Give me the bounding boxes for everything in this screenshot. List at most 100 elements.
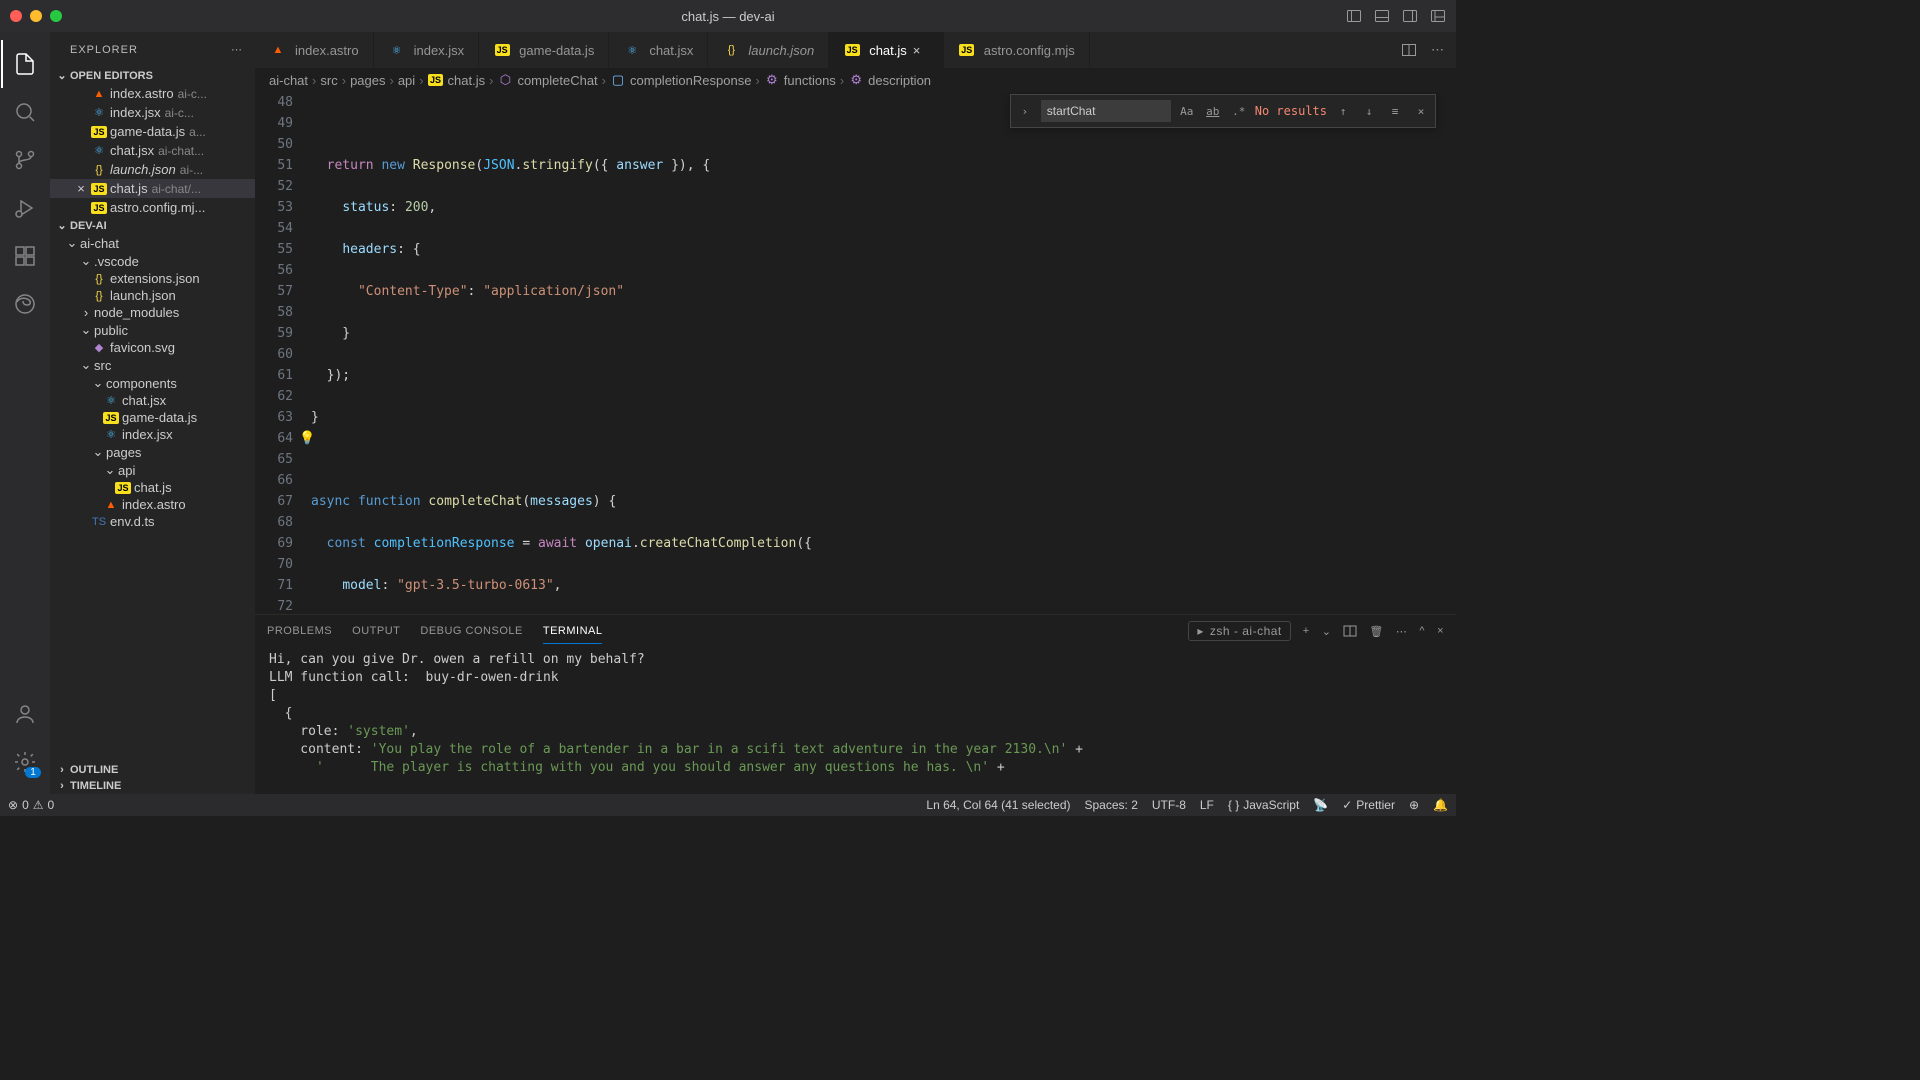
lightbulb-icon[interactable]: 💡 (299, 428, 315, 449)
split-terminal-icon[interactable] (1343, 624, 1357, 638)
debug-console-tab[interactable]: DEBUG CONSOLE (420, 619, 522, 643)
status-errors[interactable]: ⊗ 0 ⚠ 0 (8, 798, 54, 812)
tree-file[interactable]: {}launch.json (50, 287, 255, 304)
terminal-tab[interactable]: TERMINAL (543, 619, 603, 644)
json-icon: {} (90, 164, 108, 176)
code-editor[interactable]: › Aa ab .* No results ↑ ↓ ≡ × 4849505152… (255, 92, 1456, 614)
extensions-activity[interactable] (1, 232, 49, 280)
tree-file[interactable]: ⚛index.jsx (50, 426, 255, 443)
bottom-panel: PROBLEMS OUTPUT DEBUG CONSOLE TERMINAL ▸… (255, 614, 1456, 794)
panel-bottom-icon[interactable] (1374, 8, 1390, 24)
tree-folder[interactable]: ⌄api (50, 461, 255, 479)
outline-header[interactable]: ›OUTLINE (50, 762, 255, 778)
tree-folder[interactable]: ⌄.vscode (50, 252, 255, 270)
find-input[interactable] (1041, 100, 1171, 122)
close-find-icon[interactable]: × (1411, 101, 1431, 121)
tree-folder[interactable]: ⌄pages (50, 443, 255, 461)
tab-launch-json[interactable]: {}launch.json (708, 32, 829, 68)
output-tab[interactable]: OUTPUT (352, 619, 400, 643)
sidebar-more-icon[interactable]: ⋯ (231, 43, 243, 56)
tab-chat-js[interactable]: JSchat.js× (829, 32, 944, 68)
status-language[interactable]: { } JavaScript (1228, 798, 1299, 812)
status-cursor[interactable]: Ln 64, Col 64 (41 selected) (926, 798, 1070, 812)
js-icon: JS (90, 202, 108, 214)
customize-layout-icon[interactable] (1430, 8, 1446, 24)
open-editor-item[interactable]: JSastro.config.mj... (50, 198, 255, 217)
status-prettier[interactable]: ✓ Prettier (1342, 798, 1395, 812)
debug-activity[interactable] (1, 184, 49, 232)
tab-chat-jsx[interactable]: ⚛chat.jsx (609, 32, 708, 68)
explorer-activity[interactable] (1, 40, 49, 88)
status-radio-icon[interactable]: 📡 (1313, 798, 1328, 812)
explorer-sidebar: EXPLORER ⋯ ⌄ OPEN EDITORS index.astroai-… (50, 32, 255, 794)
status-bell-icon[interactable]: 🔔 (1433, 798, 1448, 812)
kill-terminal-icon[interactable]: 🗑 (1369, 625, 1383, 638)
workspace-header[interactable]: ⌄ DEV-AI (50, 217, 255, 234)
close-icon[interactable]: × (72, 181, 90, 196)
code-content[interactable]: return new Response(JSON.stringify({ ans… (311, 92, 1456, 614)
settings-activity[interactable]: 1 (1, 738, 49, 786)
more-terminal-icon[interactable]: ⋯ (1396, 625, 1408, 638)
tree-file[interactable]: ⚛chat.jsx (50, 392, 255, 409)
tab-astro-config[interactable]: JSastro.config.mjs (944, 32, 1090, 68)
timeline-header[interactable]: ›TIMELINE (50, 778, 255, 794)
open-editor-item[interactable]: ⚛chat.jsxai-chat... (50, 141, 255, 160)
terminal-output[interactable]: Hi, can you give Dr. owen a refill on my… (255, 647, 1456, 794)
file-tree: ⌄ai-chat ⌄.vscode {}extensions.json {}la… (50, 234, 255, 762)
match-case-icon[interactable]: Aa (1177, 101, 1197, 121)
open-editors-header[interactable]: ⌄ OPEN EDITORS (50, 67, 255, 84)
prev-match-icon[interactable]: ↑ (1333, 101, 1353, 121)
tree-file[interactable]: JSgame-data.js (50, 409, 255, 426)
open-editor-item[interactable]: {}launch.jsonai-... (50, 160, 255, 179)
status-feedback-icon[interactable]: ⊕ (1409, 798, 1419, 812)
breadcrumb[interactable]: ai-chat› src› pages› api› JSchat.js› ⬡co… (255, 68, 1456, 92)
status-eol[interactable]: LF (1200, 798, 1214, 812)
jsx-icon: ⚛ (90, 144, 108, 157)
next-match-icon[interactable]: ↓ (1359, 101, 1379, 121)
find-results: No results (1255, 101, 1327, 122)
more-icon[interactable]: ⋯ (1431, 42, 1444, 58)
accounts-activity[interactable] (1, 690, 49, 738)
problems-tab[interactable]: PROBLEMS (267, 619, 332, 643)
edge-activity[interactable] (1, 280, 49, 328)
tree-file[interactable]: TSenv.d.ts (50, 513, 255, 530)
tree-folder[interactable]: ›node_modules (50, 304, 255, 321)
maximize-window-button[interactable] (50, 10, 62, 22)
status-indent[interactable]: Spaces: 2 (1085, 798, 1138, 812)
tree-file[interactable]: ◆favicon.svg (50, 339, 255, 356)
find-expand-icon[interactable]: › (1015, 101, 1035, 121)
tree-folder[interactable]: ⌄components (50, 374, 255, 392)
search-activity[interactable] (1, 88, 49, 136)
close-panel-icon[interactable]: × (1437, 625, 1444, 637)
split-editor-icon[interactable] (1401, 42, 1417, 58)
tree-file[interactable]: {}extensions.json (50, 270, 255, 287)
panel-left-icon[interactable] (1346, 8, 1362, 24)
terminal-dropdown-icon[interactable]: ⌄ (1322, 625, 1332, 638)
source-control-activity[interactable] (1, 136, 49, 184)
find-in-selection-icon[interactable]: ≡ (1385, 101, 1405, 121)
tree-folder[interactable]: ⌄ai-chat (50, 234, 255, 252)
panel-right-icon[interactable] (1402, 8, 1418, 24)
jsx-icon: ⚛ (623, 44, 641, 57)
tab-index-jsx[interactable]: ⚛index.jsx (374, 32, 480, 68)
open-editor-item[interactable]: ⚛index.jsxai-c... (50, 103, 255, 122)
tree-file[interactable]: JSchat.js (50, 479, 255, 496)
maximize-panel-icon[interactable]: ^ (1419, 625, 1425, 637)
minimize-window-button[interactable] (30, 10, 42, 22)
open-editor-item[interactable]: index.astroai-c... (50, 84, 255, 103)
tab-game-data[interactable]: JSgame-data.js (479, 32, 609, 68)
regex-icon[interactable]: .* (1229, 101, 1249, 121)
tab-index-astro[interactable]: index.astro (255, 32, 374, 68)
chevron-right-icon: › (54, 780, 70, 792)
status-encoding[interactable]: UTF-8 (1152, 798, 1186, 812)
new-terminal-icon[interactable]: + (1303, 625, 1310, 637)
whole-word-icon[interactable]: ab (1203, 101, 1223, 121)
open-editor-item[interactable]: ×JSchat.jsai-chat/... (50, 179, 255, 198)
tree-folder[interactable]: ⌄src (50, 356, 255, 374)
terminal-picker[interactable]: ▸ zsh - ai-chat (1188, 621, 1290, 641)
tree-file[interactable]: index.astro (50, 496, 255, 513)
close-icon[interactable]: × (913, 43, 929, 58)
tree-folder[interactable]: ⌄public (50, 321, 255, 339)
open-editor-item[interactable]: JSgame-data.jsa... (50, 122, 255, 141)
close-window-button[interactable] (10, 10, 22, 22)
